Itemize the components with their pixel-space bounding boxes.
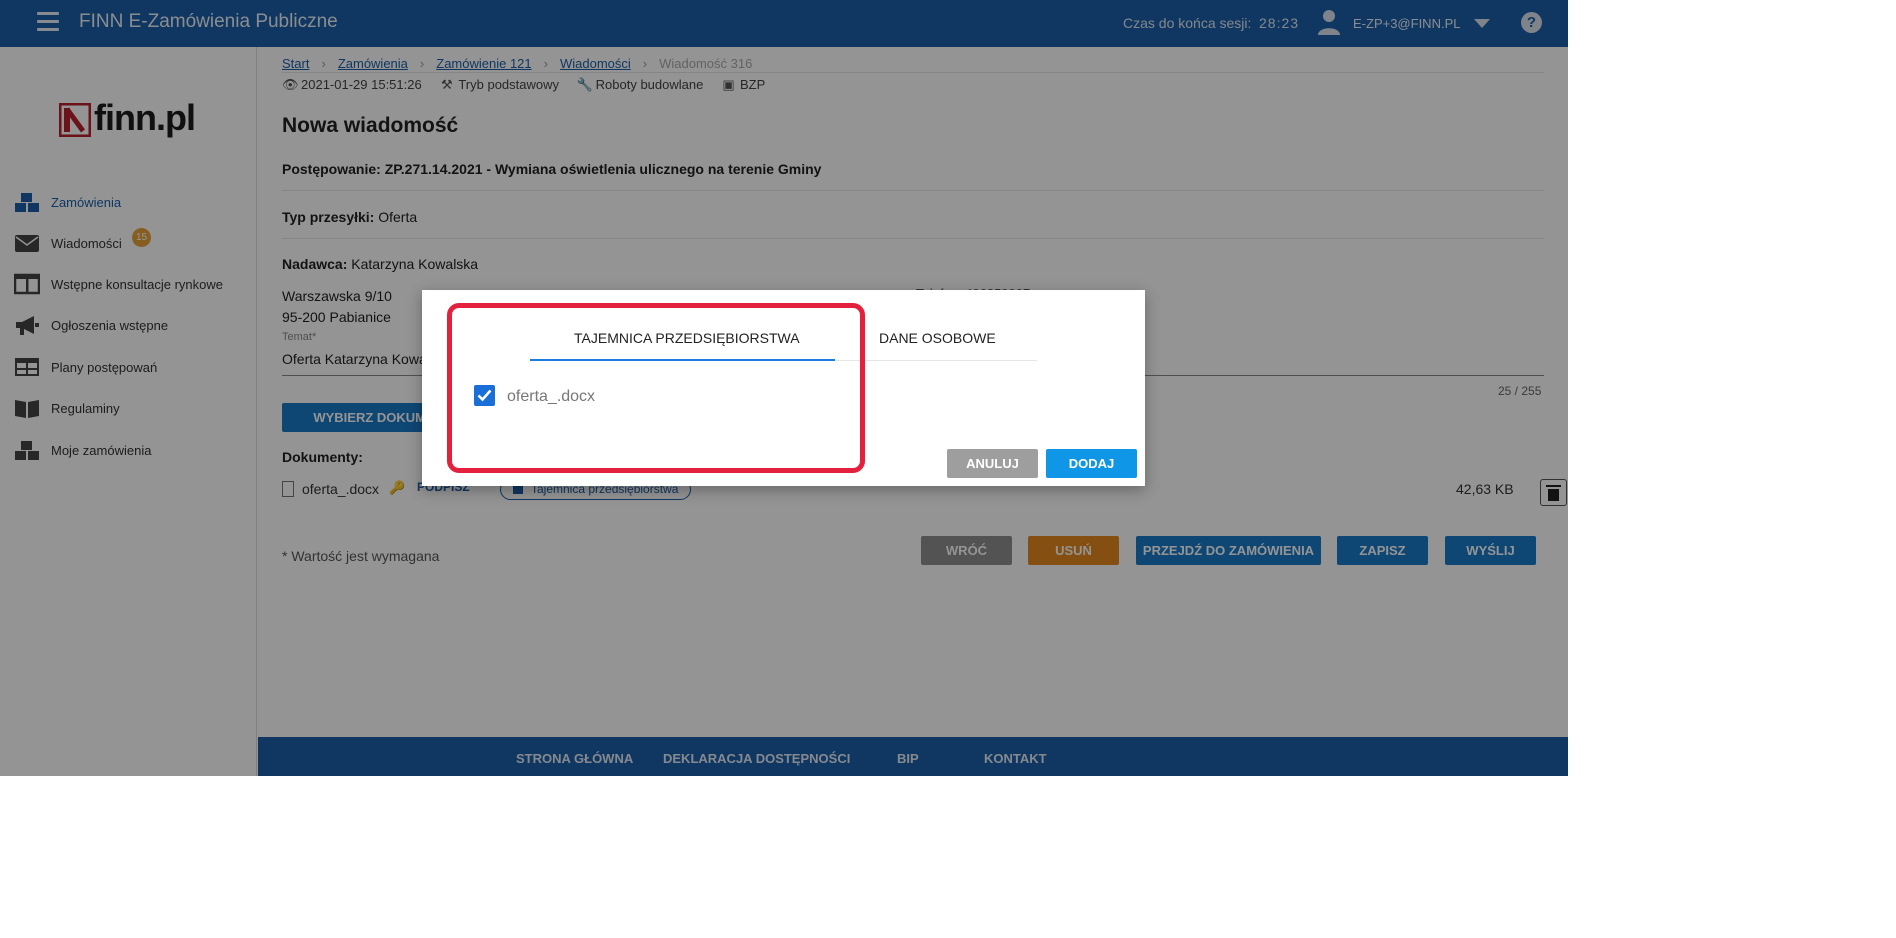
highlight-frame	[447, 303, 865, 473]
tab-personal-data[interactable]: DANE OSOBOWE	[879, 330, 996, 346]
add-button[interactable]: DODAJ	[1046, 449, 1137, 478]
confidentiality-dialog: TAJEMNICA PRZEDSIĘBIORSTWA DANE OSOBOWE …	[422, 290, 1145, 486]
cancel-button[interactable]: ANULUJ	[947, 449, 1038, 478]
